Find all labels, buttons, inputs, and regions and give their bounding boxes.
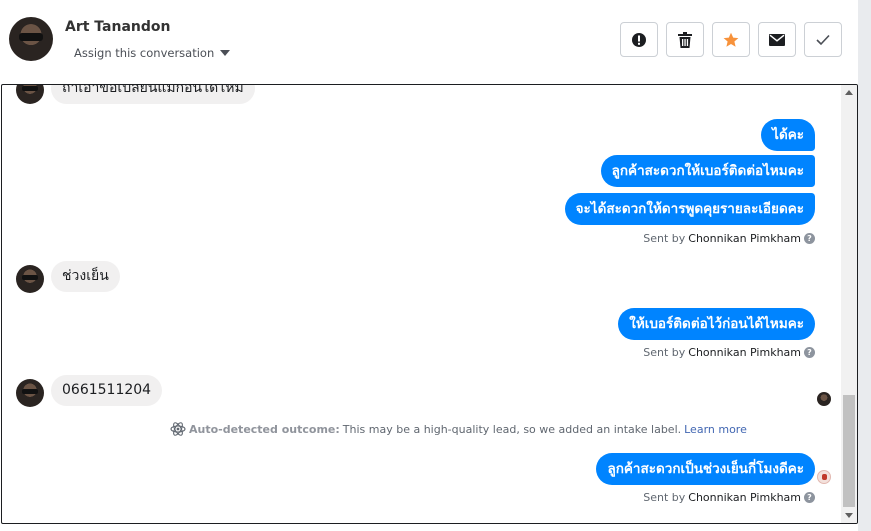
mark-spam-button[interactable]: [620, 22, 658, 57]
envelope-icon: [769, 33, 785, 46]
scroll-up-arrow-icon[interactable]: [845, 90, 853, 95]
read-receipt-avatar: [817, 392, 831, 406]
incoming-message[interactable]: ช่วงเย็น: [51, 261, 120, 292]
auto-detected-outcome: Auto-detected outcome: This may be a hig…: [170, 421, 747, 437]
contact-avatar-small: [16, 85, 44, 104]
page-avatar: [817, 470, 831, 484]
mark-unread-button[interactable]: [758, 22, 796, 57]
incoming-message[interactable]: ถ้าเอาข้อเปลี่ยนแม่ก่อนได้ไหม: [51, 85, 255, 104]
assign-conversation-dropdown[interactable]: Assign this conversation: [74, 46, 231, 60]
sent-by-prefix: Sent by: [643, 346, 686, 359]
mark-done-button[interactable]: [804, 22, 842, 57]
contact-avatar-small: [16, 265, 44, 293]
sent-by-prefix: Sent by: [643, 232, 686, 245]
conversation-header: Art Tanandon Assign this conversation: [0, 0, 858, 84]
help-icon[interactable]: ?: [804, 233, 815, 244]
trash-icon: [678, 31, 692, 48]
outgoing-message[interactable]: ลูกค้าสะดวกให้เบอร์ติดต่อไหมคะ: [600, 155, 815, 187]
scrollbar[interactable]: [841, 85, 857, 523]
sent-by-label: Sent by Chonnikan Pimkham ?: [643, 346, 815, 359]
star-button[interactable]: [712, 22, 750, 57]
help-icon[interactable]: ?: [804, 492, 815, 503]
contact-avatar-small: [16, 379, 44, 407]
outgoing-message[interactable]: จะได้สะดวกให้ดารพูดคุยรายละเอียดคะ: [564, 193, 815, 225]
help-icon[interactable]: ?: [804, 347, 815, 358]
outgoing-message[interactable]: ให้เบอร์ติดต่อไว้ก่อนได้ไหมคะ: [618, 308, 815, 340]
sent-by-agent: Chonnikan Pimkham: [688, 491, 801, 504]
contact-name[interactable]: Art Tanandon: [65, 19, 171, 35]
outcome-label: Auto-detected outcome:: [189, 422, 340, 436]
sent-by-agent: Chonnikan Pimkham: [688, 346, 801, 359]
atom-icon: [170, 422, 186, 436]
right-panel-edge: [858, 0, 871, 531]
scrollbar-thumb[interactable]: [843, 395, 855, 507]
exclamation-icon: [632, 32, 646, 47]
delete-button[interactable]: [666, 22, 704, 57]
outgoing-message[interactable]: ได้คะ: [761, 119, 815, 151]
incoming-message[interactable]: 0661511204: [51, 375, 163, 406]
message-thread[interactable]: ถ้าเอาข้อเปลี่ยนแม่ก่อนได้ไหม ได้คะ ลูกค…: [1, 84, 858, 524]
sent-by-agent: Chonnikan Pimkham: [688, 232, 801, 245]
sent-by-label: Sent by Chonnikan Pimkham ?: [643, 491, 815, 504]
sent-by-label: Sent by Chonnikan Pimkham ?: [643, 232, 815, 245]
conversation-actions: [620, 22, 842, 57]
contact-avatar[interactable]: [9, 17, 53, 61]
scroll-down-arrow-icon[interactable]: [845, 513, 853, 518]
caret-down-icon: [220, 50, 231, 56]
outcome-text: This may be a high-quality lead, so we a…: [342, 422, 682, 436]
check-icon: [816, 34, 830, 45]
assign-label: Assign this conversation: [74, 46, 215, 60]
star-icon: [723, 32, 739, 47]
sent-by-prefix: Sent by: [643, 491, 686, 504]
learn-more-link[interactable]: Learn more: [684, 423, 747, 436]
outgoing-message[interactable]: ลูกค้าสะดวกเป็นช่วงเย็นกี่โมงดีคะ: [596, 453, 815, 485]
